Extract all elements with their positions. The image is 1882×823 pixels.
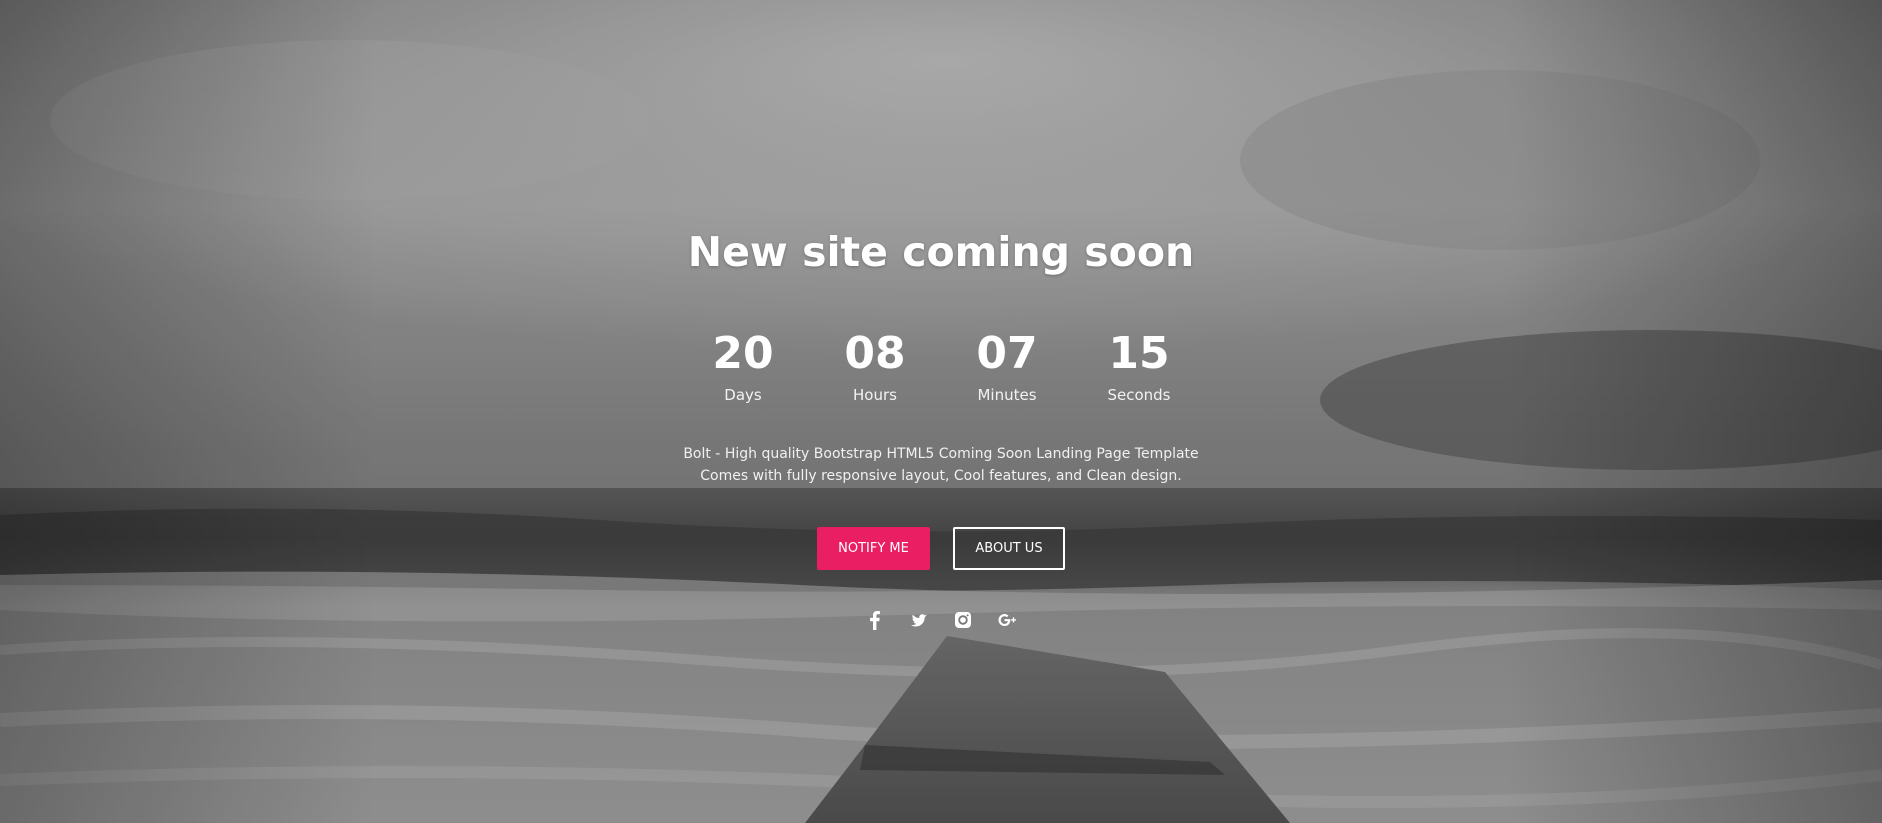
twitter-icon [911,614,927,627]
instagram-link[interactable] [953,608,973,632]
about-us-button[interactable]: ABOUT US [953,527,1065,570]
countdown-hours: 08 Hours [809,325,941,405]
countdown-seconds: 15 Seconds [1073,325,1205,405]
seascape-illustration [0,0,1882,823]
countdown-days-label: Days [724,386,762,404]
instagram-icon [955,612,971,628]
notify-me-button[interactable]: NOTIFY ME [817,527,930,570]
countdown-hours-label: Hours [853,386,897,404]
facebook-link[interactable] [865,608,885,632]
countdown-minutes: 07 Minutes [941,325,1073,405]
page-title: New site coming soon [687,228,1195,276]
background-image [0,0,1882,823]
countdown-hours-value: 08 [844,328,906,379]
social-links [0,608,1882,632]
countdown-minutes-value: 07 [976,328,1038,379]
countdown-timer: 20 Days 08 Hours 07 Minutes 15 Seconds [0,325,1882,405]
countdown-days: 20 Days [677,325,809,405]
countdown-minutes-label: Minutes [977,386,1037,404]
google-plus-icon [998,614,1016,626]
description: Bolt - High quality Bootstrap HTML5 Comi… [0,443,1882,487]
description-line-2: Comes with fully responsive layout, Cool… [700,468,1182,484]
twitter-link[interactable] [909,608,929,632]
cta-buttons: NOTIFY ME ABOUT US [0,527,1882,570]
hero-section: New site coming soon 20 Days 08 Hours 07… [0,0,1882,823]
countdown-seconds-value: 15 [1108,328,1170,379]
description-line-1: Bolt - High quality Bootstrap HTML5 Comi… [683,446,1199,462]
facebook-icon [870,611,880,630]
google-plus-link[interactable] [997,608,1017,632]
countdown-seconds-label: Seconds [1107,386,1171,404]
countdown-days-value: 20 [712,328,774,379]
